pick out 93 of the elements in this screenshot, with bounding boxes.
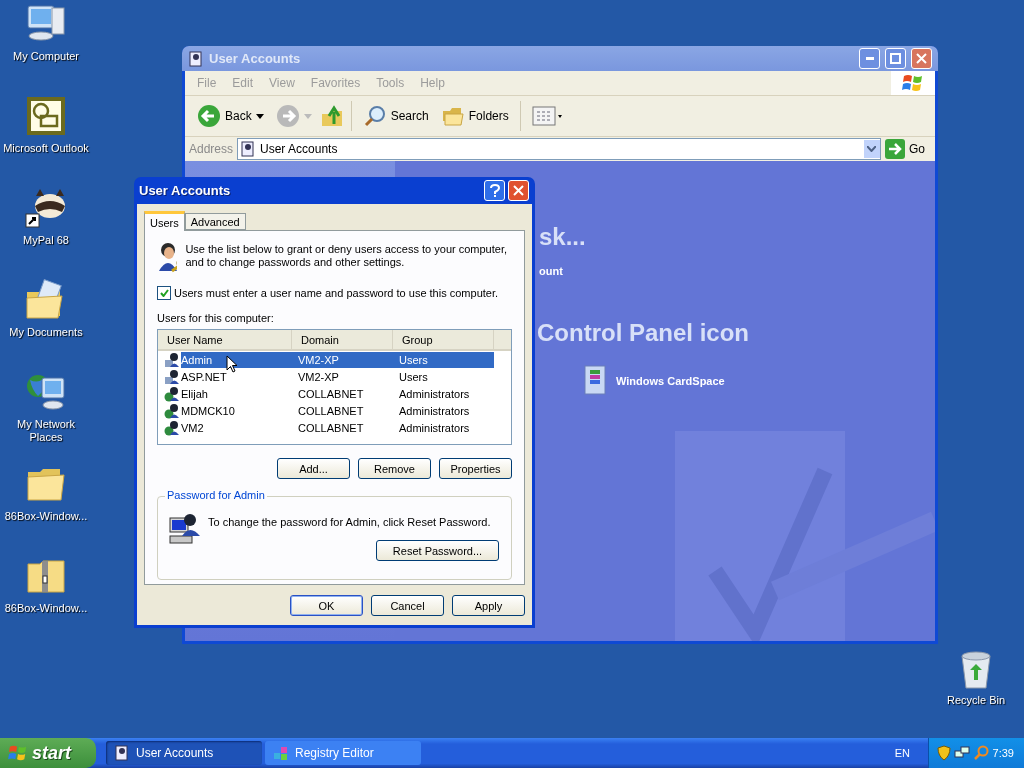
caret-icon: [303, 113, 312, 119]
dropdown-icon[interactable]: [867, 146, 877, 152]
desktop-icon-label[interactable]: My Computer: [13, 50, 79, 63]
desktop-icon-label[interactable]: Microsoft Outlook: [3, 142, 89, 155]
go-arrow-icon: [885, 139, 905, 159]
outlook-icon: [24, 94, 68, 138]
heading-fragment: sk...: [539, 223, 587, 251]
table-cell-text: Administrators: [398, 403, 471, 419]
windows-flag-icon: [8, 744, 28, 762]
search-button[interactable]: Search: [358, 100, 433, 132]
user-computer-icon: [168, 512, 202, 546]
reset-password-button[interactable]: Reset Password...: [376, 540, 499, 561]
domain-user-icon: [164, 419, 180, 436]
desktop-icon-label[interactable]: Recycle Bin: [946, 694, 1006, 707]
user-icon: [164, 351, 180, 368]
table-cell: Users: [393, 351, 494, 368]
table-cell[interactable]: VM2: [181, 419, 292, 436]
user-icon: [164, 368, 180, 385]
close-button[interactable]: [508, 180, 529, 201]
back-button[interactable]: Back: [193, 100, 268, 132]
section-heading: Control Panel icon: [537, 319, 749, 347]
intro-text: Use the list below to grant or deny users access to your computer, and to change passwords and other settings.: [185, 243, 509, 269]
table-cell-text: COLLABNET: [297, 420, 365, 436]
search-icon: [362, 104, 387, 128]
maximize-icon: [890, 53, 901, 64]
column-header[interactable]: User Name: [158, 330, 292, 349]
table-cell[interactable]: MDMCK10: [181, 402, 292, 419]
table-cell-text: Administrators: [398, 420, 471, 436]
cardspace-icon[interactable]: [584, 365, 608, 397]
windows-flag-icon: [902, 73, 924, 93]
mouse-cursor-icon: [226, 355, 238, 374]
list-action-button[interactable]: Add...: [277, 458, 350, 479]
clock: 7:39: [992, 747, 1014, 759]
network-icon[interactable]: [954, 745, 970, 761]
maximize-button[interactable]: [885, 48, 906, 69]
folder-up-icon[interactable]: [319, 104, 344, 128]
password-hint: To change the password for Admin, click Reset Password.: [208, 516, 491, 528]
column-header[interactable]: Domain: [292, 330, 393, 349]
desktop-icon-label[interactable]: My Documents: [9, 326, 83, 339]
dialog-title: User Accounts: [139, 183, 232, 198]
caret-icon: [255, 113, 264, 119]
registry-icon: [273, 745, 289, 761]
accounts-icon: [188, 50, 204, 67]
desktop-icon-label[interactable]: My Network Places: [1, 418, 91, 444]
domain-user-icon: [164, 385, 180, 402]
column-header[interactable]: Group: [393, 330, 494, 349]
minimize-button[interactable]: [859, 48, 880, 69]
close-button[interactable]: [911, 48, 932, 69]
go-button[interactable]: Go: [885, 139, 931, 159]
shield-icon[interactable]: [937, 745, 951, 761]
close-icon: [513, 185, 524, 196]
folders-icon: [440, 105, 465, 127]
views-icon: [531, 106, 562, 126]
address-field[interactable]: User Accounts: [237, 138, 881, 160]
table-cell-text: Administrators: [398, 386, 471, 402]
table-cell-text: COLLABNET: [297, 403, 365, 419]
taskbar-button[interactable]: Registry Editor: [265, 741, 421, 765]
checkbox-label[interactable]: Users must enter a user name and password to use this computer.: [174, 287, 499, 299]
accounts-icon: [114, 745, 130, 761]
help-icon: [489, 183, 500, 198]
cardspace-label[interactable]: Windows CardSpace: [616, 375, 725, 387]
dialog-button[interactable]: Cancel: [371, 595, 444, 616]
dialog-button[interactable]: Apply: [452, 595, 525, 616]
table-cell[interactable]: Admin: [181, 351, 292, 368]
window-title: User Accounts: [209, 51, 302, 66]
dialog-button[interactable]: OK: [290, 595, 363, 616]
domain-user-icon: [164, 402, 180, 419]
group-title: Password for Admin: [165, 489, 267, 501]
accounts-icon: [240, 141, 257, 157]
list-label: Users for this computer:: [157, 312, 275, 324]
checkbox[interactable]: [157, 286, 171, 300]
users-key-icon: [157, 241, 178, 273]
table-cell[interactable]: Elijah: [181, 385, 292, 402]
address-label: Address: [189, 142, 234, 156]
folders-button[interactable]: Folders: [436, 100, 513, 132]
table-cell-text: VM2-XP: [297, 369, 340, 385]
task-link-fragment[interactable]: ount: [539, 265, 749, 277]
list-action-button[interactable]: Properties: [439, 458, 512, 479]
table-cell-text: Users: [398, 369, 429, 385]
tab[interactable]: Users: [144, 211, 185, 231]
list-action-button[interactable]: Remove: [358, 458, 431, 479]
help-button[interactable]: [484, 180, 505, 201]
close-icon: [916, 53, 927, 64]
table-cell: VM2-XP: [292, 351, 393, 368]
minimize-icon: [865, 57, 874, 60]
table-cell[interactable]: ASP.NET: [181, 368, 292, 385]
desktop-icon-label[interactable]: MyPal 68: [23, 234, 69, 247]
desktop-icon-label[interactable]: 86Box-Window...: [4, 602, 88, 615]
taskbar-button[interactable]: User Accounts: [106, 741, 262, 765]
tab[interactable]: Advanced: [184, 213, 246, 230]
desktop-icon-label[interactable]: 86Box-Window...: [4, 510, 88, 523]
table-cell-text: COLLABNET: [297, 386, 365, 402]
language-indicator[interactable]: EN: [894, 747, 910, 759]
